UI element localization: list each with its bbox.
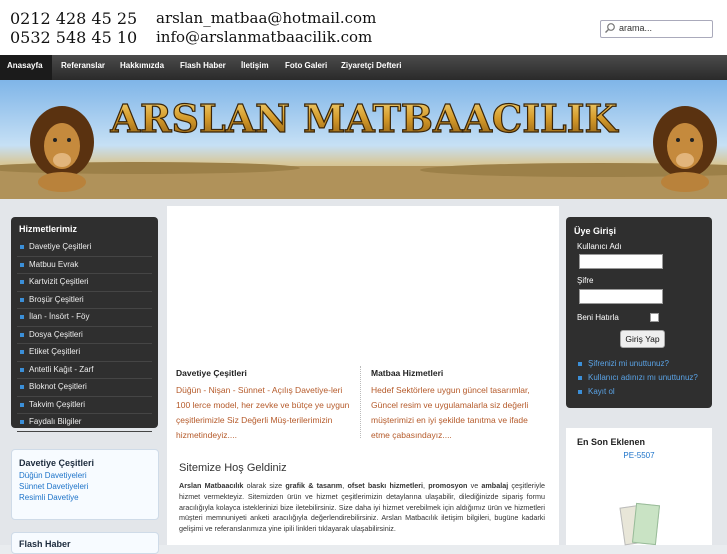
login-button[interactable]: Giriş Yap [620,330,665,348]
phone-numbers: 0212 428 45 25 0532 548 45 10 [10,9,137,47]
email-address: info@arslanmatbaacilik.com [156,28,373,46]
invites-column-text: Düğün - Nişan - Sünnet - Açılış Davetiye… [176,385,350,440]
latest-box: En Son Eklenen PE-5507 [566,428,712,546]
nav-ziyaretci-defteri[interactable]: Ziyaretçi Defteri [334,55,408,80]
username-field[interactable] [579,254,663,269]
printing-column: Matbaa Hizmetleri Hedef Sektörlere uygun… [371,368,545,443]
banner: ARSLAN MATBAACILIK [0,80,727,199]
invites-box: Davetiye Çeşitleri Düğün Davetiyeleri Sü… [11,449,159,520]
printing-column-title: Matbaa Hizmetleri [371,368,444,378]
login-title: Üye Girişi [574,226,617,236]
forgot-username-link[interactable]: Kullanıcı adınızı mı unuttunuz? [578,373,698,382]
remember-label: Beni Hatırla [577,313,619,322]
password-label: Şifre [577,276,594,285]
services-box: Hizmetlerimiz Davetiye Çeşitleri Matbuu … [11,217,158,432]
banner-title: ARSLAN MATBAACILIK [109,96,619,141]
sidebar-item-bloknot[interactable]: Bloknot Çeşitleri [17,379,152,397]
flash-news-title: Flash Haber [19,539,71,549]
sidebar-item-brosur[interactable]: Broşür Çeşitleri [17,292,152,309]
services-menu: Davetiye Çeşitleri Matbuu Evrak Kartvizi… [11,239,158,432]
sidebar-item-faydali-bilgiler[interactable]: Faydalı Bilgiler [17,414,152,432]
welcome-text: Arslan Matbaacılık olarak size grafik & … [179,481,545,534]
sidebar-item-antetli[interactable]: Antetli Kağıt - Zarf [17,362,152,379]
welcome-title: Sitemize Hoş Geldiniz [179,462,287,474]
printing-column-text: Hedef Sektörlere uygun güncel tasarımlar… [371,385,530,440]
content-panel: Davetiye Çeşitleri Düğün - Nişan - Sünne… [167,206,559,545]
password-field[interactable] [579,289,663,304]
search-icon [605,23,615,33]
sidebar-item-ilan[interactable]: İlan - İnsört - Föy [17,309,152,327]
search-input[interactable] [619,22,709,34]
nav-referanslar[interactable]: Referanslar [54,55,112,80]
invite-link-resimli[interactable]: Resimli Davetiye [12,492,158,503]
register-link[interactable]: Kayıt ol [578,387,615,396]
lion-right-icon [653,106,717,192]
remember-checkbox[interactable] [650,313,659,322]
welcome-section: Sitemize Hoş Geldiniz Arslan Matbaacılık… [179,462,545,535]
latest-item-image[interactable] [616,500,662,546]
sidebar-item-matbuu-evrak[interactable]: Matbuu Evrak [17,257,152,274]
invites-title: Davetiye Çeşitleri [19,458,95,468]
phone-number: 0532 548 45 10 [10,28,138,47]
sidebar-item-dosya[interactable]: Dosya Çeşitleri [17,327,152,344]
sidebar-item-kartvizit[interactable]: Kartvizit Çeşitleri [17,274,152,292]
flash-news-box: Flash Haber [11,532,159,554]
login-box: Üye Girişi Kullanıcı Adı Şifre Beni Hatı… [566,217,712,408]
services-title: Hizmetlerimiz [19,224,78,234]
main-nav: Anasayfa Referanslar Hakkımızda Flash Ha… [0,55,727,80]
invite-link-sunnet[interactable]: Sünnet Davetiyeleri [12,481,158,492]
email-addresses: arslan_matbaa@hotmail.com info@arslanmat… [156,9,376,47]
nav-anasayfa[interactable]: Anasayfa [0,55,52,80]
nav-foto-galeri[interactable]: Foto Galeri [278,55,334,80]
search-box[interactable] [600,20,713,38]
banner-image: ARSLAN MATBAACILIK [0,80,727,199]
latest-title: En Son Eklenen [577,437,646,447]
latest-item-link[interactable]: PE-5507 [566,451,712,460]
column-divider [360,366,362,438]
lion-left-icon [30,106,94,192]
nav-iletisim[interactable]: İletişim [234,55,276,80]
invites-column: Davetiye Çeşitleri Düğün - Nişan - Sünne… [176,368,352,443]
welcome-bold-company: Arslan Matbaacılık [179,481,244,490]
header: 0212 428 45 25 0532 548 45 10 arslan_mat… [0,0,727,55]
nav-flash-haber[interactable]: Flash Haber [173,55,233,80]
email-address: arslan_matbaa@hotmail.com [156,9,377,27]
forgot-password-link[interactable]: Şifrenizi mi unuttunuz? [578,359,669,368]
sidebar-item-davetiye[interactable]: Davetiye Çeşitleri [17,239,152,257]
invite-link-dugun[interactable]: Düğün Davetiyeleri [12,470,158,481]
nav-hakkimizda[interactable]: Hakkımızda [113,55,171,80]
phone-number: 0212 428 45 25 [10,9,138,28]
sidebar-item-etiket[interactable]: Etiket Çeşitleri [17,344,152,362]
username-label: Kullanıcı Adı [577,242,622,251]
invites-column-title: Davetiye Çeşitleri [176,368,247,378]
sidebar-item-takvim[interactable]: Takvim Çeşitleri [17,397,152,414]
